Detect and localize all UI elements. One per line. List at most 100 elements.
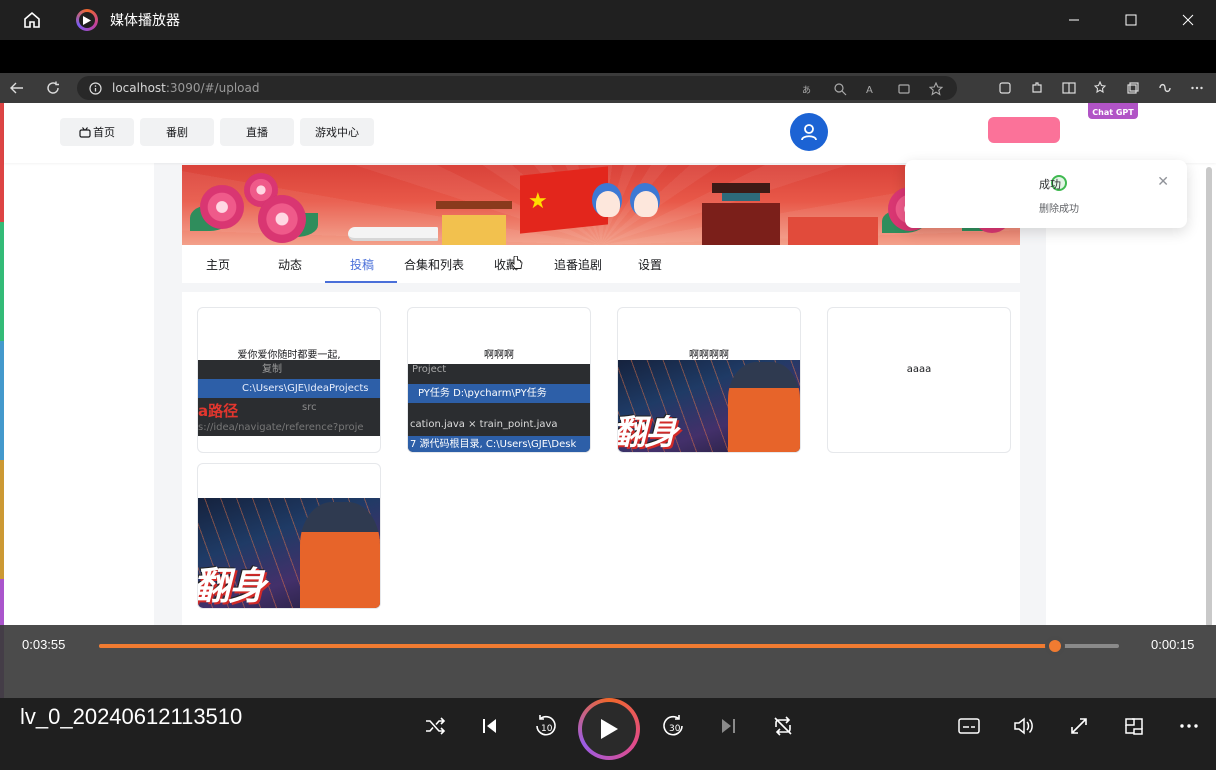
card-caption: 啊啊啊啊 — [689, 350, 729, 361]
previous-button[interactable] — [470, 706, 510, 746]
address-bar: localhost:3090/#/upload あ A — [77, 76, 957, 100]
card-caption: 啊啊啊 — [484, 350, 514, 361]
more-icon — [1180, 724, 1198, 728]
tab-home: 主页 — [206, 257, 231, 272]
playback-controls: lv_0_20240612113510 10 30 — [0, 698, 1216, 770]
svg-text:10: 10 — [541, 724, 553, 734]
tab-collections-icon — [1124, 79, 1142, 97]
upload-button — [988, 117, 1060, 143]
copilot-icon — [1156, 79, 1174, 97]
file-name: lv_0_20240612113510 — [20, 704, 243, 729]
url-text: localhost:3090/#/upload — [112, 81, 259, 95]
tab-following-series: 追番追剧 — [554, 257, 603, 272]
forward-30-button[interactable]: 30 — [654, 706, 694, 746]
repeat-button[interactable] — [763, 706, 803, 746]
back-button — [0, 73, 34, 103]
nav-game-center: 游戏中心 — [300, 118, 374, 146]
seek-slider[interactable] — [99, 636, 1119, 656]
title-bar: 媒体播放器 — [0, 0, 1216, 40]
refresh-icon — [47, 81, 59, 94]
extensions-icon — [1028, 79, 1046, 97]
seek-area: 0:03:55 0:00:15 — [0, 625, 1216, 698]
tab-collections: 合集和列表 — [404, 257, 465, 272]
previous-icon — [483, 719, 496, 733]
video-card: 啊啊啊 Project PY任务 D:\pycharm\PY任务 cation.… — [407, 307, 591, 453]
close-window-button[interactable] — [1159, 0, 1216, 40]
profile-banner: ★ — [182, 165, 1020, 245]
video-card: aaaa — [827, 307, 1011, 453]
app-available-icon — [895, 80, 913, 98]
zoom-icon — [831, 80, 849, 98]
app-logo-icon — [76, 9, 98, 31]
shuffle-icon — [426, 717, 446, 735]
mini-player-icon — [1125, 718, 1143, 735]
play-button[interactable] — [578, 698, 640, 760]
favorites-icon — [1092, 79, 1110, 97]
maximize-icon — [1125, 14, 1136, 26]
chatgpt-badge: Chat GPT — [1088, 103, 1138, 119]
nav-anime: 番剧 — [140, 118, 214, 146]
profile-tabs: 主页 动态 投稿 合集和列表 收藏 追番追剧 设置 — [182, 245, 1020, 283]
maximize-button[interactable] — [1102, 0, 1159, 40]
home-button[interactable] — [0, 0, 64, 40]
nav-home: 首页 — [60, 118, 134, 146]
tab-uploads: 投稿 — [350, 257, 375, 272]
card-thumbnail: Project PY任务 D:\pycharm\PY任务 cation.java… — [408, 364, 590, 452]
mouse-cursor-icon — [511, 256, 523, 269]
rewind-10-icon: 10 — [536, 715, 556, 736]
card-thumbnail: 翻身 — [618, 360, 800, 452]
video-frame[interactable]: localhost:3090/#/upload あ A 首页 番剧 直播 游戏中… — [0, 40, 1216, 698]
card-caption: 爱你爱你随时都要一起, — [237, 350, 341, 361]
svg-text:あ: あ — [802, 85, 811, 96]
more-menu-icon — [1188, 79, 1206, 97]
site-header: 首页 番剧 直播 游戏中心 Chat GPT — [4, 103, 1216, 163]
webpage: 首页 番剧 直播 游戏中心 Chat GPT ★ 主页 动态 投稿 合集和列表 … — [0, 103, 1216, 698]
nav-live: 直播 — [220, 118, 294, 146]
user-icon — [801, 124, 817, 141]
close-icon — [1182, 14, 1193, 26]
success-notification: 成功 删除成功 ✕ — [905, 160, 1187, 228]
page-scrollbar — [1206, 167, 1212, 627]
tab-settings: 设置 — [638, 257, 663, 272]
toast-close-icon: ✕ — [1157, 174, 1169, 190]
svg-text:A: A — [866, 85, 873, 96]
fullscreen-button[interactable] — [1059, 706, 1099, 746]
browser-toolbar: localhost:3090/#/upload あ A — [0, 73, 1216, 103]
svg-text:30: 30 — [669, 724, 681, 734]
video-card: 啊啊啊啊 翻身 — [617, 307, 801, 453]
shuffle-button[interactable] — [415, 706, 455, 746]
volume-button[interactable] — [1004, 706, 1044, 746]
minimize-button[interactable] — [1045, 0, 1102, 40]
next-icon — [722, 719, 735, 733]
train — [348, 227, 438, 241]
card-thumbnail: 复制 C:\Users\GJE\IdeaProjects a路径 src s:/… — [198, 360, 380, 436]
video-card: 翻身 — [197, 463, 381, 609]
fullscreen-icon — [1071, 718, 1087, 734]
home-icon — [24, 11, 40, 28]
refresh-button — [34, 73, 72, 103]
volume-icon — [1014, 717, 1033, 735]
active-tab-indicator — [325, 281, 397, 283]
next-button[interactable] — [708, 706, 748, 746]
collections-icon — [996, 79, 1014, 97]
rewind-10-button[interactable]: 10 — [525, 706, 565, 746]
seek-progress — [99, 644, 1055, 648]
subtitles-icon — [958, 718, 980, 734]
subtitles-button[interactable] — [949, 706, 989, 746]
url-path: :3090/#/upload — [165, 81, 260, 95]
tab-dynamics: 动态 — [278, 257, 303, 272]
toast-message: 删除成功 — [1039, 204, 1079, 215]
card-caption: aaaa — [906, 364, 932, 375]
avatar — [790, 113, 828, 151]
back-icon — [10, 82, 23, 94]
tv-icon — [79, 126, 91, 138]
media-player-window: 媒体播放器 localhost:3090/#/upload あ A 首页 番剧 … — [0, 0, 1216, 770]
more-button[interactable] — [1169, 706, 1209, 746]
video-card: 爱你爱你随时都要一起, 复制 C:\Users\GJE\IdeaProjects… — [197, 307, 381, 453]
mini-player-button[interactable] — [1114, 706, 1154, 746]
seek-handle[interactable] — [1044, 636, 1065, 656]
card-thumbnail: 翻身 — [198, 498, 380, 608]
split-screen-icon — [1060, 79, 1078, 97]
read-aloud-icon: A — [863, 80, 881, 98]
minimize-icon — [1068, 19, 1079, 21]
